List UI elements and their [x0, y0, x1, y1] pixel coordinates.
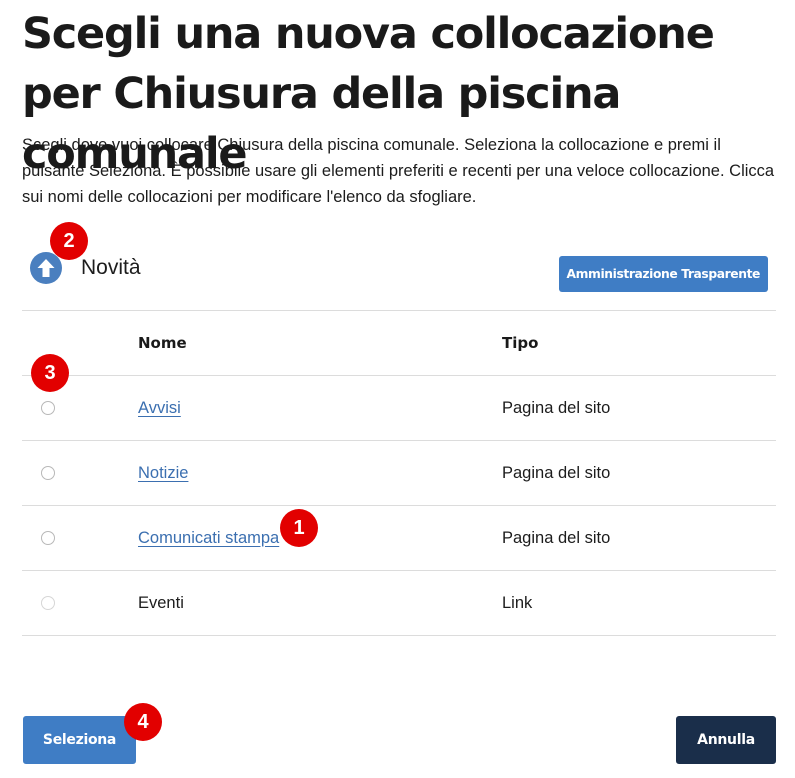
header-name: Nome	[138, 310, 502, 376]
location-type: Pagina del sito	[502, 375, 776, 441]
select-button[interactable]: Seleziona	[23, 716, 136, 764]
location-link[interactable]: Notizie	[138, 464, 188, 482]
page-description: Scegli dove vuoi collocare Chiusura dell…	[22, 136, 775, 206]
location-name: Eventi	[138, 570, 502, 636]
table-row: Avvisi Pagina del sito	[22, 375, 776, 441]
locations-table-container: Nome Tipo Avvisi Pagina del sito Notizie…	[22, 310, 776, 636]
annotation-badge-1: 1	[280, 509, 318, 547]
table-row: Comunicati stampa Pagina del sito	[22, 505, 776, 571]
annotation-badge-4: 4	[124, 703, 162, 741]
table-row: Eventi Link	[22, 570, 776, 636]
location-type: Pagina del sito	[502, 505, 776, 571]
radio-button[interactable]	[41, 466, 55, 480]
header-type: Tipo	[502, 310, 776, 376]
annotation-badge-2: 2	[50, 222, 88, 260]
radio-button[interactable]	[41, 531, 55, 545]
table-row: Notizie Pagina del sito	[22, 440, 776, 506]
locations-table: Nome Tipo Avvisi Pagina del sito Notizie…	[22, 310, 776, 636]
location-type: Link	[502, 570, 776, 636]
navigation-bar: Novità Amministrazione Trasparente	[22, 248, 776, 298]
annotation-badge-3: 3	[31, 354, 69, 392]
radio-button[interactable]	[41, 401, 55, 415]
radio-button[interactable]	[41, 596, 55, 610]
table-header-row: Nome Tipo	[22, 310, 776, 376]
cancel-button[interactable]: Annulla	[676, 716, 776, 764]
arrow-up-circle-icon[interactable]	[30, 252, 62, 284]
location-type: Pagina del sito	[502, 440, 776, 506]
location-link[interactable]: Comunicati stampa	[138, 529, 279, 547]
location-link[interactable]: Avvisi	[138, 399, 181, 417]
current-folder-label: Novità	[81, 256, 141, 279]
amministrazione-trasparente-button[interactable]: Amministrazione Trasparente	[558, 256, 768, 292]
